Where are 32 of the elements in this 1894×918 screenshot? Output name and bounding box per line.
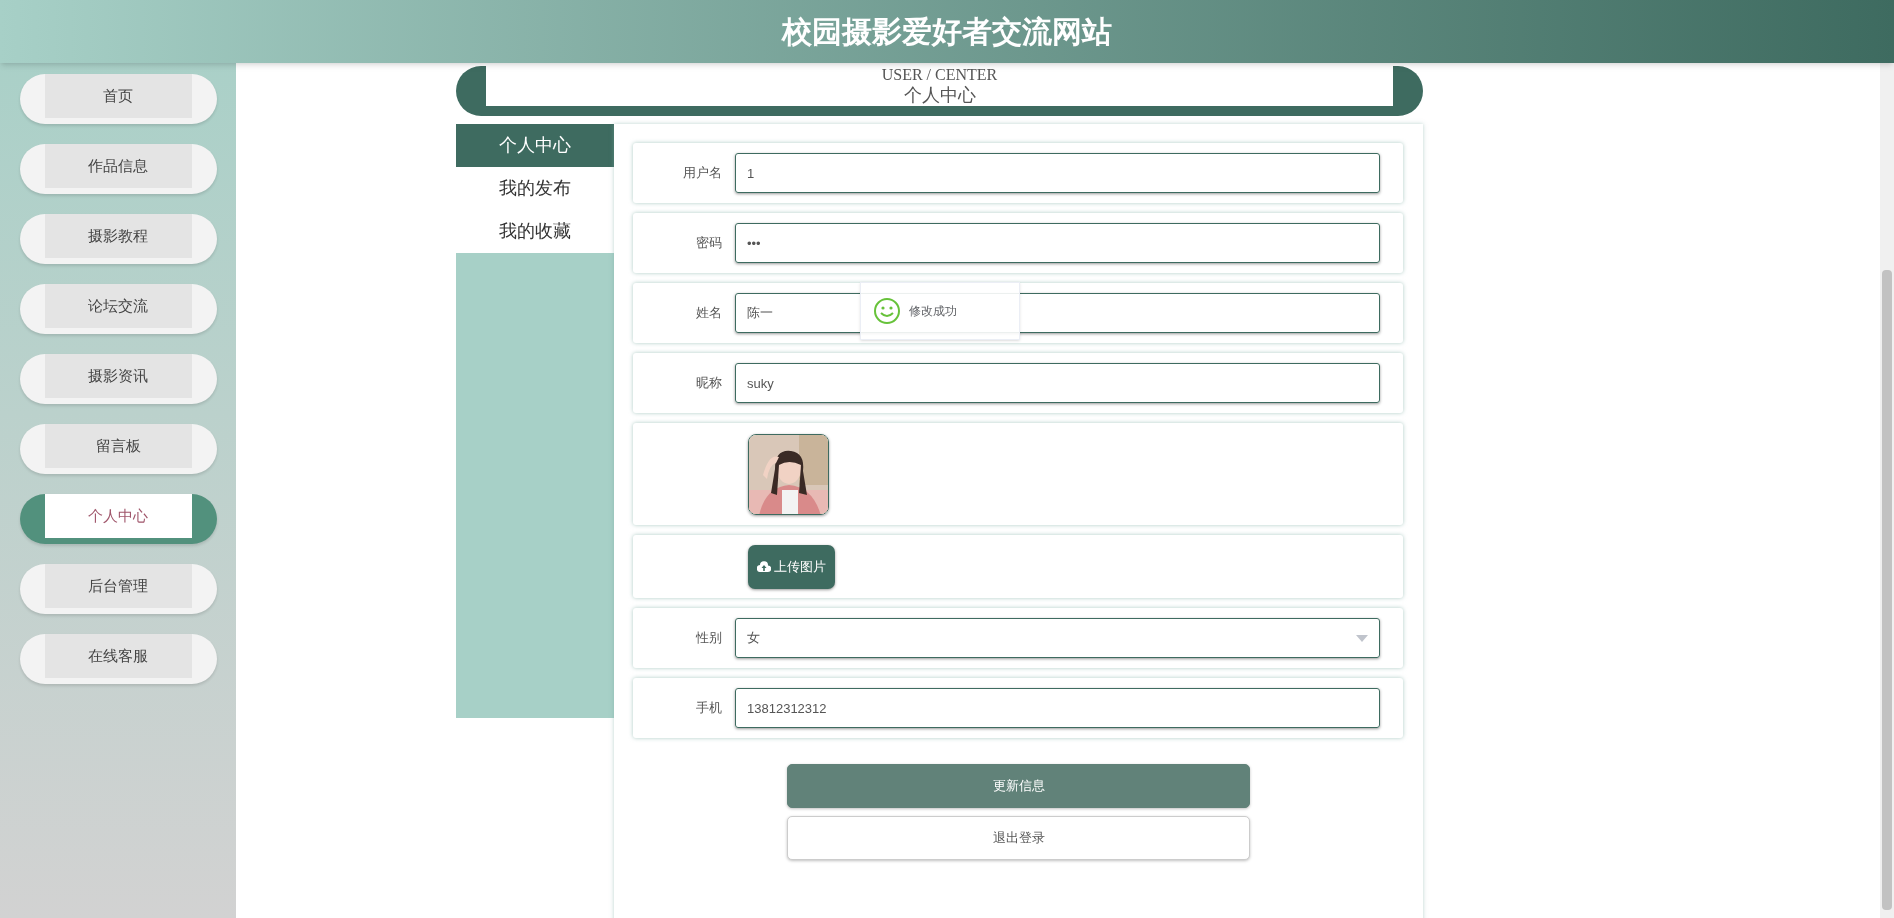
tab[interactable]: 个人中心 [456, 124, 614, 167]
banner-title: 个人中心 [903, 84, 976, 106]
nav-item[interactable]: 作品信息 [19, 144, 217, 194]
nav-item[interactable]: 摄影教程 [19, 214, 217, 264]
field-label: 手机 [695, 699, 723, 718]
field-label: 密码 [695, 234, 723, 253]
field-label: 用户名 [682, 164, 723, 183]
caret-icon [1356, 634, 1368, 642]
field-label: 姓名 [695, 304, 723, 323]
nav-item[interactable]: 论坛交流 [19, 284, 217, 334]
nav-item[interactable]: 在线客服 [19, 634, 217, 684]
input-field[interactable]: ••• [735, 223, 1380, 263]
toast-message: 修改成功 [909, 303, 957, 320]
update-button[interactable]: 更新信息 [787, 764, 1250, 808]
nav-item[interactable]: 留言板 [19, 424, 217, 474]
field-label: 昵称 [695, 374, 723, 393]
nav-item[interactable]: 摄影资讯 [19, 354, 217, 404]
logout-button[interactable]: 退出登录 [787, 816, 1250, 860]
field-label: 性别 [695, 629, 723, 648]
site-title: 校园摄影爱好者交流网站 [782, 14, 1112, 50]
smiley-icon [873, 297, 901, 325]
banner-subtitle: USER / CENTER [881, 66, 998, 84]
cloud-upload-icon [757, 561, 771, 572]
nav-item[interactable]: 个人中心 [19, 494, 217, 544]
nav-item[interactable]: 后台管理 [19, 564, 217, 614]
input-field[interactable]: suky [735, 363, 1380, 403]
select-field[interactable]: 女 [735, 618, 1380, 658]
scrollbar-thumb[interactable] [1882, 270, 1892, 910]
nav-item[interactable]: 首页 [19, 74, 217, 124]
input-field[interactable]: 1 [735, 153, 1380, 193]
input-field[interactable]: 13812312312 [735, 688, 1380, 728]
upload-button[interactable]: 上传图片 [748, 544, 835, 589]
